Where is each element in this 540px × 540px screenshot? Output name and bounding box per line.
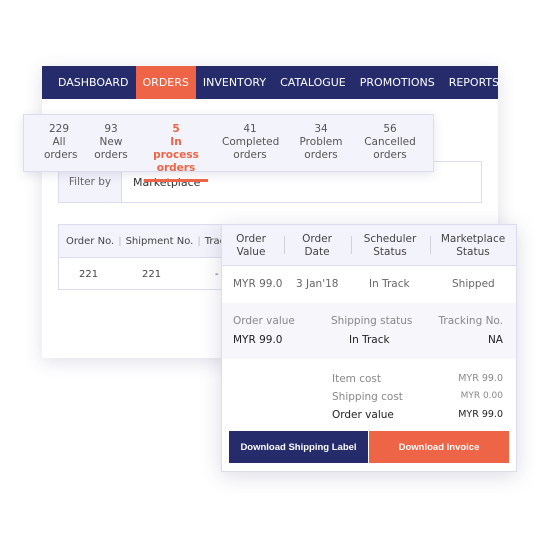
detail-row[interactable]: MYR 99.0 3 Jan'18 In Track Shipped: [222, 266, 516, 303]
tab-label: orders: [304, 149, 338, 161]
tab-label: orders: [94, 149, 128, 161]
col-order-value: Order Value: [228, 233, 274, 259]
tab-label: In process: [153, 136, 199, 161]
header-line: Value: [236, 246, 266, 258]
tab-label: Completed: [222, 136, 280, 148]
shipping-status-label: Shipping status: [331, 315, 413, 327]
tab-label: orders: [156, 162, 196, 174]
col-order-no[interactable]: Order No.: [66, 236, 114, 247]
header-line: Marketplace: [440, 233, 506, 245]
column-divider: [284, 236, 285, 254]
col-order-date: Order Date: [294, 233, 340, 259]
item-cost-label: Item cost: [332, 373, 382, 385]
nav-orders[interactable]: ORDERS: [135, 66, 196, 99]
cell-order-no: 221: [79, 268, 99, 280]
row-marketplace-status: Shipped: [452, 278, 495, 290]
tracking-label: Tracking No.: [438, 315, 503, 327]
detail-header: Order Value Order Date Scheduler Status …: [222, 225, 516, 266]
header-line: Order: [236, 233, 266, 245]
order-status-tabs: 229 All orders 93 New orders 5 In proces…: [23, 114, 434, 182]
tab-label: orders: [233, 149, 267, 161]
tracking-number: NA: [487, 334, 503, 346]
row-order-value: MYR 99.0: [233, 278, 283, 290]
shipping-status: In Track: [349, 334, 390, 346]
header-line: Order: [302, 233, 332, 245]
nav-dashboard[interactable]: DASHBOARD: [42, 66, 136, 99]
order-detail-card: Order Value Order Date Scheduler Status …: [221, 224, 517, 472]
tab-completed-orders[interactable]: 41 Completed orders: [222, 123, 280, 162]
tab-in-process-orders[interactable]: 5 In process orders: [144, 123, 208, 182]
cell-shipment-no: 221: [142, 268, 162, 280]
tab-count: 56: [383, 123, 397, 135]
tab-all-orders[interactable]: 229 All orders: [44, 123, 78, 162]
table-row[interactable]: 221 221 -: [59, 258, 227, 289]
total-order-value-label: Order value: [332, 409, 394, 421]
tab-label: All: [52, 136, 66, 148]
order-value: MYR 99.0: [233, 334, 283, 346]
nav-inventory[interactable]: INVENTORY: [196, 66, 273, 99]
tab-count: 34: [314, 123, 328, 135]
row-order-date: 3 Jan'18: [296, 278, 339, 290]
cost-summary: Item cost MYR 99.0 Shipping cost MYR 0.0…: [222, 359, 516, 431]
tab-count: 229: [48, 123, 70, 135]
item-cost: MYR 99.0: [458, 373, 503, 384]
main-nav: DASHBOARD ORDERS INVENTORY CATALOGUE PRO…: [42, 66, 499, 99]
column-divider: [351, 236, 352, 254]
header-line: Status: [456, 246, 490, 258]
tab-label: orders: [373, 149, 407, 161]
nav-catalogue[interactable]: CATALOGUE: [273, 66, 353, 99]
column-divider: |: [118, 235, 122, 247]
tab-count: 93: [104, 123, 118, 135]
download-invoice-button[interactable]: Download Invoice: [369, 431, 509, 463]
tab-problem-orders[interactable]: 34 Problem orders: [297, 123, 345, 162]
tab-label: Cancelled: [364, 136, 416, 148]
col-scheduler-status: Scheduler Status: [360, 233, 420, 259]
col-shipment-no[interactable]: Shipment No.: [126, 236, 194, 247]
table-header: Order No. | Shipment No. | Trac: [59, 225, 227, 258]
column-divider: [430, 236, 431, 254]
tab-count: 41: [243, 123, 257, 135]
header-line: Scheduler: [363, 233, 417, 245]
header-line: Status: [373, 246, 407, 258]
column-divider: |: [197, 235, 201, 247]
nav-promotions[interactable]: PROMOTIONS: [353, 66, 442, 99]
tab-cancelled-orders[interactable]: 56 Cancelled orders: [363, 123, 417, 162]
order-value-label: Order value: [233, 315, 295, 327]
cell-tracking: -: [215, 268, 219, 280]
tab-label: Problem: [299, 136, 343, 148]
tab-new-orders[interactable]: 93 New orders: [92, 123, 130, 162]
orders-table: Order No. | Shipment No. | Trac 221 221 …: [58, 224, 228, 290]
nav-reports[interactable]: REPORTS: [442, 66, 506, 99]
tab-label: orders: [44, 149, 78, 161]
tab-count: 5: [172, 123, 180, 135]
col-marketplace-status: Marketplace Status: [436, 233, 510, 259]
shipping-cost-label: Shipping cost: [332, 391, 403, 403]
shipping-cost: MYR 0.00: [460, 391, 503, 401]
tab-label: New: [99, 136, 123, 148]
row-scheduler-status: In Track: [369, 278, 410, 290]
header-line: Date: [304, 246, 330, 258]
total-order-value: MYR 99.0: [458, 409, 503, 420]
shipping-details: Order value MYR 99.0 Shipping status In …: [222, 303, 516, 359]
download-shipping-label-button[interactable]: Download Shipping Label: [229, 431, 368, 463]
